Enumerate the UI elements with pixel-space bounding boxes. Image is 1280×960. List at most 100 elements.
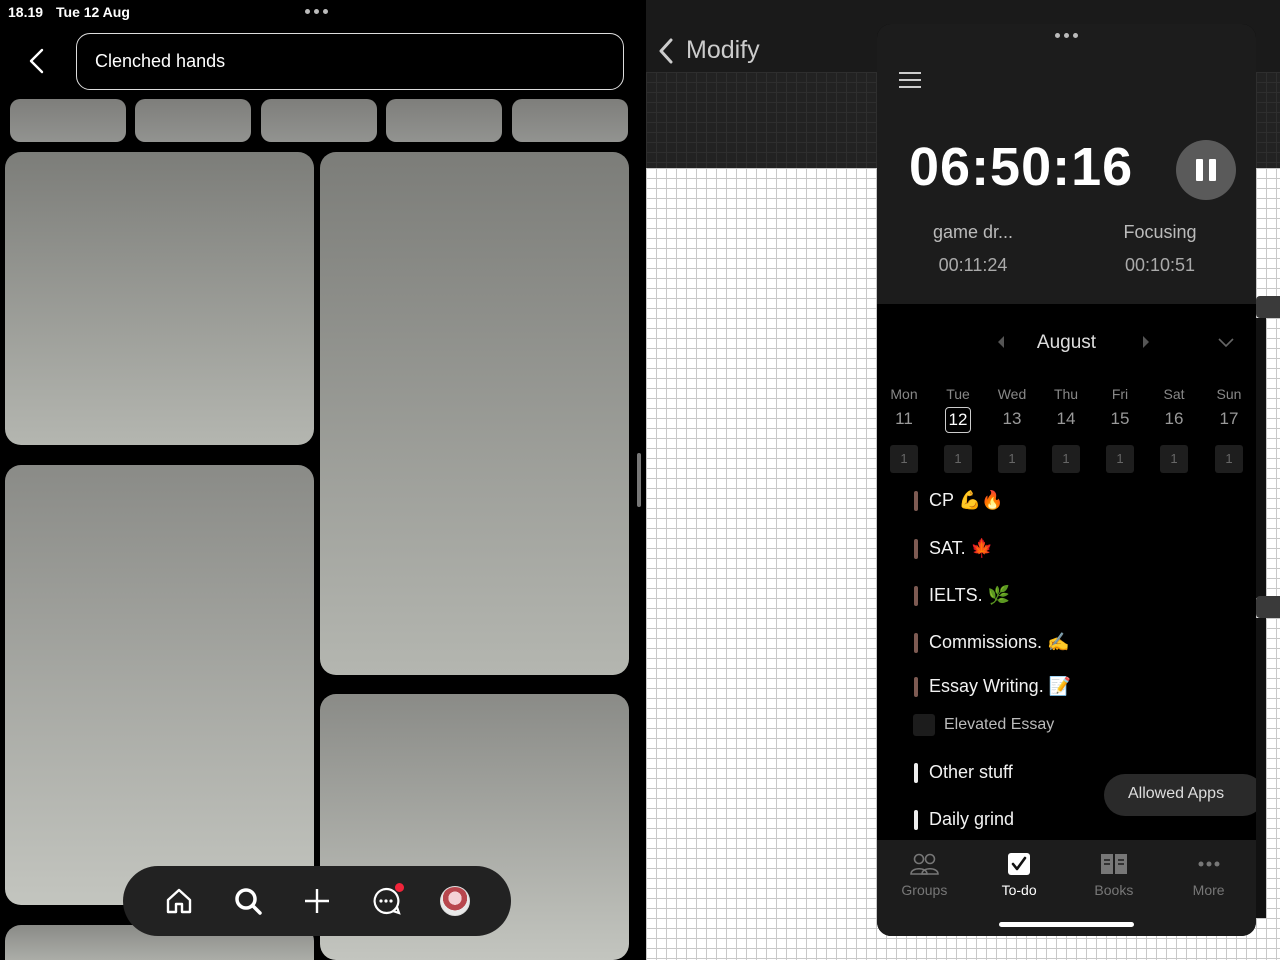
task-color-bar bbox=[914, 538, 918, 559]
left-app-pane: 18.19 Tue 12 Aug Clenched hands bbox=[0, 0, 636, 960]
task-label: Other stuff bbox=[929, 762, 1013, 782]
day-date: 11 bbox=[895, 409, 913, 428]
back-modify-button[interactable]: Modify bbox=[658, 36, 760, 65]
allowed-apps-button[interactable]: Allowed Apps bbox=[1104, 774, 1256, 816]
split-view-handle[interactable] bbox=[637, 453, 641, 507]
task-item[interactable]: Essay Writing. 📝 bbox=[914, 676, 1071, 697]
day-count: 1 bbox=[1052, 445, 1080, 473]
subtask-checkbox[interactable] bbox=[913, 714, 935, 736]
day-wed[interactable]: Wed 13 1 bbox=[988, 386, 1036, 473]
tab-label: Groups bbox=[901, 882, 948, 898]
day-name: Wed bbox=[997, 386, 1027, 402]
multitasking-dots-icon[interactable] bbox=[305, 9, 328, 14]
next-month-icon[interactable] bbox=[1143, 336, 1149, 348]
task-label: Commissions. ✍️ bbox=[929, 632, 1070, 652]
search-input[interactable]: Clenched hands bbox=[76, 33, 624, 90]
focus-timer: 06:50:16 bbox=[909, 137, 1134, 197]
task-label: SAT. 🍁 bbox=[929, 538, 994, 558]
task-color-bar bbox=[914, 490, 918, 511]
notification-badge bbox=[394, 883, 404, 892]
tab-more[interactable]: More bbox=[1169, 850, 1249, 936]
day-date-today: 12 bbox=[945, 407, 971, 433]
filter-chip[interactable] bbox=[512, 99, 628, 142]
day-count: 1 bbox=[1160, 445, 1188, 473]
session-left: game dr... 00:11:24 bbox=[893, 222, 1053, 276]
day-date: 17 bbox=[1219, 409, 1239, 428]
day-name: Thu bbox=[1053, 386, 1079, 402]
back-arrow-icon bbox=[659, 38, 673, 63]
focus-app-panel: 06:50:16 game dr... 00:11:24 Focusing 00… bbox=[877, 24, 1256, 936]
home-icon[interactable] bbox=[159, 881, 199, 921]
profile-avatar[interactable] bbox=[435, 881, 475, 921]
day-name: Sun bbox=[1216, 386, 1242, 402]
day-date: 15 bbox=[1110, 409, 1130, 428]
home-indicator[interactable] bbox=[999, 922, 1134, 927]
filter-chip[interactable] bbox=[10, 99, 126, 142]
task-item[interactable]: Other stuff bbox=[914, 762, 1013, 783]
back-arrow-icon[interactable] bbox=[26, 48, 50, 74]
day-date: 16 bbox=[1164, 409, 1184, 428]
day-name: Mon bbox=[890, 386, 918, 402]
pause-button[interactable] bbox=[1176, 140, 1236, 200]
task-item[interactable]: IELTS. 🌿 bbox=[914, 585, 1010, 606]
day-name: Fri bbox=[1111, 386, 1129, 402]
day-mon[interactable]: Mon 11 1 bbox=[880, 386, 928, 473]
day-date: 14 bbox=[1056, 409, 1076, 428]
day-thu[interactable]: Thu 14 1 bbox=[1042, 386, 1090, 473]
todo-icon bbox=[979, 850, 1059, 878]
task-item[interactable]: CP 💪🔥 bbox=[914, 490, 1004, 511]
more-icon bbox=[1169, 850, 1249, 878]
hamburger-menu-icon[interactable] bbox=[899, 72, 921, 88]
filter-chip[interactable] bbox=[261, 99, 377, 142]
task-color-bar bbox=[914, 632, 918, 653]
task-label: IELTS. 🌿 bbox=[929, 585, 1011, 605]
task-color-bar bbox=[914, 809, 918, 830]
edge-control[interactable] bbox=[1256, 296, 1280, 318]
result-tile[interactable] bbox=[5, 465, 314, 905]
result-tile[interactable] bbox=[5, 152, 314, 445]
day-count: 1 bbox=[1215, 445, 1243, 473]
edge-control[interactable] bbox=[1256, 596, 1280, 618]
day-fri[interactable]: Fri 15 1 bbox=[1096, 386, 1144, 473]
search-icon[interactable] bbox=[228, 881, 268, 921]
session-left-time: 00:11:24 bbox=[938, 255, 1008, 275]
day-count: 1 bbox=[944, 445, 972, 473]
session-left-label: game dr... bbox=[932, 222, 1014, 242]
task-label: Essay Writing. 📝 bbox=[929, 676, 1072, 696]
books-icon bbox=[1074, 850, 1154, 878]
session-right-label: Focusing bbox=[1123, 222, 1197, 242]
session-right: Focusing 00:10:51 bbox=[1080, 222, 1240, 276]
messages-icon[interactable] bbox=[366, 881, 406, 921]
tab-groups[interactable]: Groups bbox=[884, 850, 964, 936]
task-label: CP 💪🔥 bbox=[929, 490, 1004, 510]
tab-label: Books bbox=[1094, 882, 1134, 898]
result-tile[interactable] bbox=[320, 152, 629, 675]
task-color-bar bbox=[914, 676, 918, 697]
filter-chip[interactable] bbox=[386, 99, 502, 142]
task-item[interactable]: Daily grind bbox=[914, 809, 1014, 830]
month-label[interactable]: August bbox=[877, 332, 1256, 354]
day-count: 1 bbox=[1106, 445, 1134, 473]
day-sat[interactable]: Sat 16 1 bbox=[1150, 386, 1198, 473]
task-color-bar bbox=[914, 585, 918, 606]
task-item[interactable]: Commissions. ✍️ bbox=[914, 632, 1069, 653]
filter-chip[interactable] bbox=[135, 99, 251, 142]
groups-icon bbox=[884, 850, 964, 878]
subtask-label: Elevated Essay bbox=[944, 716, 1055, 733]
status-time: 18.19 bbox=[8, 4, 44, 20]
day-tue[interactable]: Tue 12 1 bbox=[934, 386, 982, 473]
bottom-dock bbox=[123, 866, 511, 936]
multitasking-dots-icon[interactable] bbox=[1055, 33, 1078, 38]
task-label: Daily grind bbox=[929, 809, 1015, 829]
modify-title: Modify bbox=[686, 36, 760, 64]
chevron-down-icon[interactable] bbox=[1218, 338, 1234, 348]
day-name: Sat bbox=[1163, 386, 1185, 402]
edge-strip bbox=[1256, 618, 1266, 918]
day-date: 13 bbox=[1002, 409, 1022, 428]
day-sun[interactable]: Sun 17 1 bbox=[1205, 386, 1253, 473]
task-item[interactable]: SAT. 🍁 bbox=[914, 538, 993, 559]
subtask-item[interactable]: Elevated Essay bbox=[913, 714, 1054, 736]
tab-label: To-do bbox=[1001, 882, 1037, 898]
plus-icon[interactable] bbox=[297, 881, 337, 921]
session-right-time: 00:10:51 bbox=[1124, 255, 1196, 275]
